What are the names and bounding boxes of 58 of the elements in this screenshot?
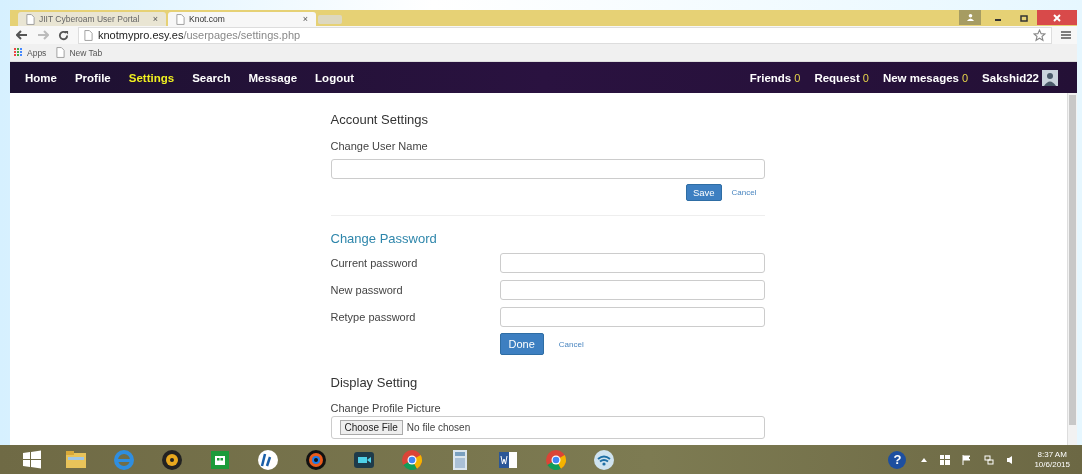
password-field[interactable] xyxy=(499,280,765,300)
nav-link[interactable]: Message xyxy=(248,71,298,84)
page-icon xyxy=(56,47,66,58)
nav-link[interactable]: New mesages xyxy=(882,71,959,84)
chrome-icon[interactable] xyxy=(400,447,424,472)
chrome-icon[interactable] xyxy=(544,447,568,472)
wireless-icon[interactable] xyxy=(592,447,616,472)
field-label: Retype password xyxy=(330,311,417,323)
nav-link[interactable]: Search xyxy=(192,71,231,84)
count-label: 0 xyxy=(961,71,969,84)
nav-link[interactable]: Profile xyxy=(74,71,111,84)
flag-icon[interactable] xyxy=(962,454,973,465)
user-icon[interactable] xyxy=(959,10,981,25)
field-label: Change User Name xyxy=(330,140,429,152)
browser-tab[interactable]: Knot.com × xyxy=(168,12,316,26)
help-icon[interactable]: ? xyxy=(888,450,907,469)
nav-link[interactable]: Home xyxy=(25,71,57,84)
field-label: New password xyxy=(330,284,404,296)
windows-start-icon[interactable] xyxy=(22,449,42,470)
back-icon[interactable] xyxy=(16,30,28,40)
scrollbar[interactable] xyxy=(1067,93,1077,445)
windows-icon[interactable] xyxy=(940,454,951,465)
section-title: Account Settings xyxy=(330,112,430,127)
user-link[interactable]: Sakshid22 xyxy=(982,71,1039,84)
file-field[interactable]: Choose File No file chosen xyxy=(330,416,765,439)
nav-link[interactable]: Settings xyxy=(128,71,175,84)
network-icon[interactable] xyxy=(984,454,995,465)
nav-link[interactable]: Logout xyxy=(315,71,355,84)
section-title: Change Password xyxy=(330,231,438,246)
save-button[interactable]: Save xyxy=(685,184,722,201)
page-icon xyxy=(84,29,93,41)
section-title: Display Setting xyxy=(330,375,419,390)
field-label: Change Profile Picture xyxy=(330,402,442,414)
colour-disc-icon[interactable] xyxy=(304,447,328,472)
field-label: Current password xyxy=(330,257,419,269)
nav-link[interactable]: Friends xyxy=(749,71,792,84)
cancel-link[interactable]: Cancel xyxy=(558,339,584,349)
close-icon[interactable] xyxy=(1037,10,1077,25)
avatar-icon[interactable] xyxy=(1042,69,1058,86)
menu-icon[interactable] xyxy=(1061,30,1071,40)
clock-date: 10/6/2015 xyxy=(1034,459,1070,470)
password-field[interactable] xyxy=(499,253,765,273)
reload-icon[interactable] xyxy=(58,29,69,41)
apps-grid-icon xyxy=(14,48,23,57)
nav-link[interactable]: Request xyxy=(814,71,860,84)
password-field[interactable] xyxy=(499,307,765,327)
cancel-link[interactable]: Cancel xyxy=(731,188,757,197)
count-label: 0 xyxy=(794,71,801,84)
browser-tab[interactable]: JIIT Cyberoam User Portal × xyxy=(18,12,166,26)
star-icon[interactable] xyxy=(1033,28,1046,42)
done-button[interactable]: Done xyxy=(499,333,544,355)
apps-bookmark[interactable]: Apps xyxy=(14,47,47,58)
username-field[interactable] xyxy=(330,159,765,179)
count-label: 0 xyxy=(862,71,869,84)
clock-time: 8:37 AM xyxy=(1037,449,1067,460)
round-logo-icon[interactable] xyxy=(256,447,280,472)
new-tab-bookmark[interactable]: New Tab xyxy=(56,47,103,58)
speaker-icon[interactable] xyxy=(160,447,184,472)
